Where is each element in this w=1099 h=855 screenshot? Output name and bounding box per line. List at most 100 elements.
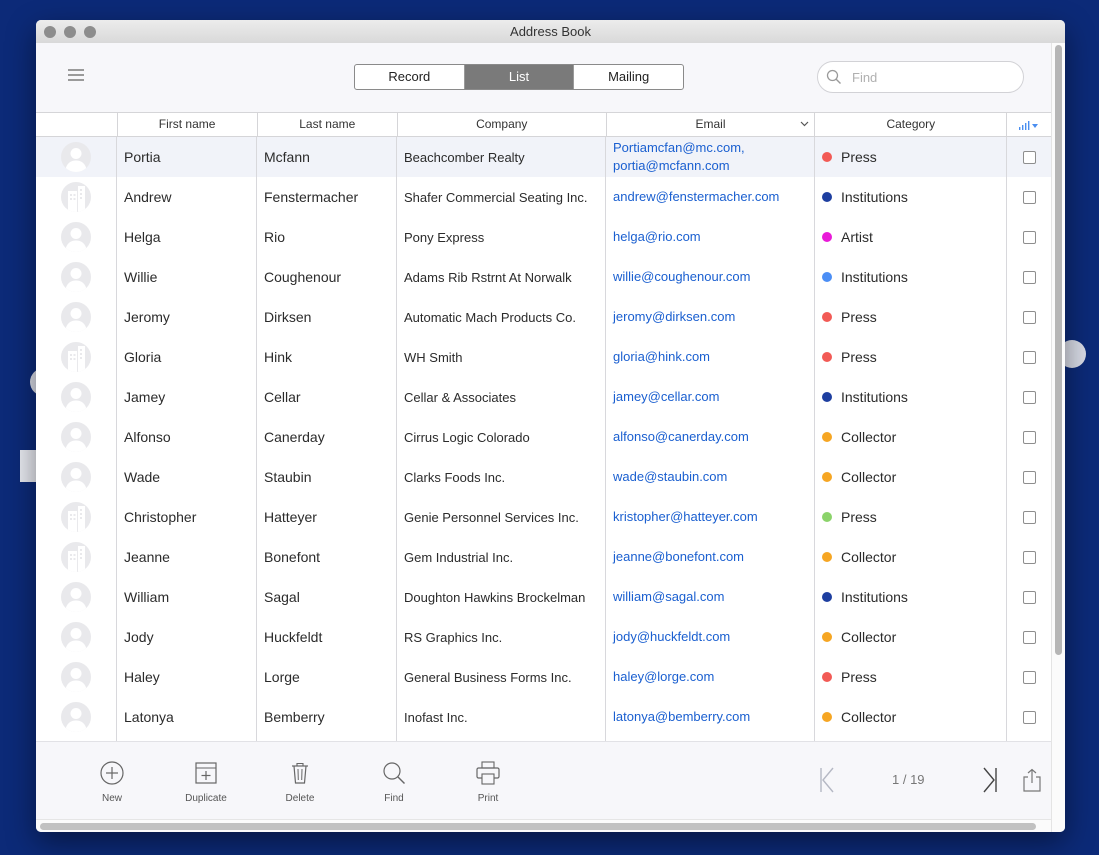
category-cell[interactable]: Artist — [815, 217, 1007, 257]
view-mailing-tab[interactable]: Mailing — [574, 65, 683, 89]
horizontal-scroll-thumb[interactable] — [40, 823, 1036, 830]
row-select-cell[interactable] — [1007, 617, 1051, 657]
first-name-cell[interactable]: Christopher — [117, 497, 257, 537]
category-cell[interactable]: Collector — [815, 617, 1007, 657]
company-cell[interactable]: Cirrus Logic Colorado — [397, 417, 606, 457]
table-row[interactable]: Helga Rio Pony Express helga@rio.com Artist — [36, 217, 1051, 257]
company-cell[interactable]: Automatic Mach Products Co. — [397, 297, 606, 337]
row-checkbox[interactable] — [1022, 710, 1036, 724]
email-link[interactable]: willie@coughenour.com — [606, 257, 815, 297]
first-name-cell[interactable]: Haley — [117, 657, 257, 697]
vertical-scrollbar[interactable] — [1051, 43, 1065, 832]
vertical-scroll-thumb[interactable] — [1055, 45, 1062, 655]
header-last-name[interactable]: Last name — [258, 113, 398, 136]
row-checkbox[interactable] — [1022, 470, 1036, 484]
category-cell[interactable]: Press — [815, 297, 1007, 337]
column-chooser-button[interactable] — [1007, 113, 1051, 136]
last-name-cell[interactable]: Huckfeldt — [257, 617, 397, 657]
row-checkbox[interactable] — [1022, 350, 1036, 364]
first-name-cell[interactable]: Gloria — [117, 337, 257, 377]
row-checkbox[interactable] — [1022, 150, 1036, 164]
share-icon[interactable] — [1022, 768, 1042, 792]
row-select-cell[interactable] — [1007, 457, 1051, 497]
email-link[interactable]: kristopher@hatteyer.com — [606, 497, 815, 537]
avatar[interactable] — [36, 377, 117, 417]
company-cell[interactable]: Doughton Hawkins Brockelman — [397, 577, 606, 617]
avatar[interactable] — [36, 177, 117, 217]
table-row[interactable]: Portia Mcfann Beachcomber Realty Portiamcfa… — [36, 137, 1051, 177]
avatar[interactable] — [36, 697, 117, 737]
table-row[interactable]: Willie Coughenour Adams Rib Rstrnt At Norw… — [36, 257, 1051, 297]
row-select-cell[interactable] — [1007, 497, 1051, 537]
last-name-cell[interactable]: Hatteyer — [257, 497, 397, 537]
avatar[interactable] — [36, 657, 117, 697]
table-row[interactable]: Alfonso Canerday Cirrus Logic Colorado alfo… — [36, 417, 1051, 457]
avatar[interactable] — [36, 617, 117, 657]
row-checkbox[interactable] — [1022, 270, 1036, 284]
title-bar[interactable]: Address Book — [36, 20, 1065, 44]
row-checkbox[interactable] — [1022, 670, 1036, 684]
next-page-icon[interactable] — [982, 766, 998, 794]
company-cell[interactable]: Pony Express — [397, 217, 606, 257]
avatar[interactable] — [36, 257, 117, 297]
category-cell[interactable]: Institutions — [815, 577, 1007, 617]
view-record-tab[interactable]: Record — [355, 65, 465, 89]
row-select-cell[interactable] — [1007, 337, 1051, 377]
row-select-cell[interactable] — [1007, 537, 1051, 577]
category-cell[interactable]: Press — [815, 497, 1007, 537]
company-cell[interactable]: Shafer Commercial Seating Inc. — [397, 177, 606, 217]
row-checkbox[interactable] — [1022, 310, 1036, 324]
category-cell[interactable]: Collector — [815, 697, 1007, 737]
header-email[interactable]: Email — [607, 113, 816, 136]
company-cell[interactable]: Clarks Foods Inc. — [397, 457, 606, 497]
last-name-cell[interactable]: Bonefont — [257, 537, 397, 577]
row-checkbox[interactable] — [1022, 550, 1036, 564]
row-select-cell[interactable] — [1007, 657, 1051, 697]
category-cell[interactable]: Press — [815, 657, 1007, 697]
last-name-cell[interactable]: Sagal — [257, 577, 397, 617]
email-link[interactable]: haley@lorge.com — [606, 657, 815, 697]
company-cell[interactable]: Beachcomber Realty — [397, 137, 606, 177]
row-select-cell[interactable] — [1007, 417, 1051, 457]
menu-icon[interactable] — [68, 69, 84, 81]
email-link[interactable]: Portiamcfan@mc.com, portia@mcfann.com — [606, 137, 815, 177]
avatar[interactable] — [36, 337, 117, 377]
table-row[interactable]: Jeanne Bonefont Gem Industrial Inc. jeanne@… — [36, 537, 1051, 577]
table-row[interactable]: William Sagal Doughton Hawkins Brockelman w… — [36, 577, 1051, 617]
row-select-cell[interactable] — [1007, 577, 1051, 617]
table-row[interactable]: Christopher Hatteyer Genie Personnel Servi… — [36, 497, 1051, 537]
first-name-cell[interactable]: Helga — [117, 217, 257, 257]
last-name-cell[interactable]: Lorge — [257, 657, 397, 697]
company-cell[interactable]: Genie Personnel Services Inc. — [397, 497, 606, 537]
email-link[interactable]: alfonso@canerday.com — [606, 417, 815, 457]
avatar[interactable] — [36, 537, 117, 577]
last-name-cell[interactable]: Hink — [257, 337, 397, 377]
table-row[interactable]: Latonya Bemberry Inofast Inc. latonya@bembe… — [36, 697, 1051, 737]
email-link[interactable]: helga@rio.com — [606, 217, 815, 257]
email-link[interactable]: latonya@bemberry.com — [606, 697, 815, 737]
category-cell[interactable]: Collector — [815, 537, 1007, 577]
first-name-cell[interactable]: Alfonso — [117, 417, 257, 457]
first-name-cell[interactable]: Jody — [117, 617, 257, 657]
table-row[interactable]: Wade Staubin Clarks Foods Inc. wade@staubin… — [36, 457, 1051, 497]
company-cell[interactable]: Gem Industrial Inc. — [397, 537, 606, 577]
first-name-cell[interactable]: Jeanne — [117, 537, 257, 577]
first-name-cell[interactable]: William — [117, 577, 257, 617]
email-link[interactable]: jamey@cellar.com — [606, 377, 815, 417]
delete-button[interactable]: Delete — [265, 760, 335, 804]
first-name-cell[interactable]: Andrew — [117, 177, 257, 217]
email-link[interactable]: jeromy@dirksen.com — [606, 297, 815, 337]
email-link[interactable]: gloria@hink.com — [606, 337, 815, 377]
row-checkbox[interactable] — [1022, 590, 1036, 604]
view-list-tab[interactable]: List — [464, 65, 575, 89]
row-select-cell[interactable] — [1007, 217, 1051, 257]
search-input[interactable] — [850, 67, 1014, 87]
row-select-cell[interactable] — [1007, 377, 1051, 417]
last-name-cell[interactable]: Mcfann — [257, 137, 397, 177]
row-select-cell[interactable] — [1007, 137, 1051, 177]
email-link[interactable]: jeanne@bonefont.com — [606, 537, 815, 577]
avatar[interactable] — [36, 137, 117, 177]
avatar[interactable] — [36, 297, 117, 337]
row-select-cell[interactable] — [1007, 177, 1051, 217]
avatar[interactable] — [36, 497, 117, 537]
